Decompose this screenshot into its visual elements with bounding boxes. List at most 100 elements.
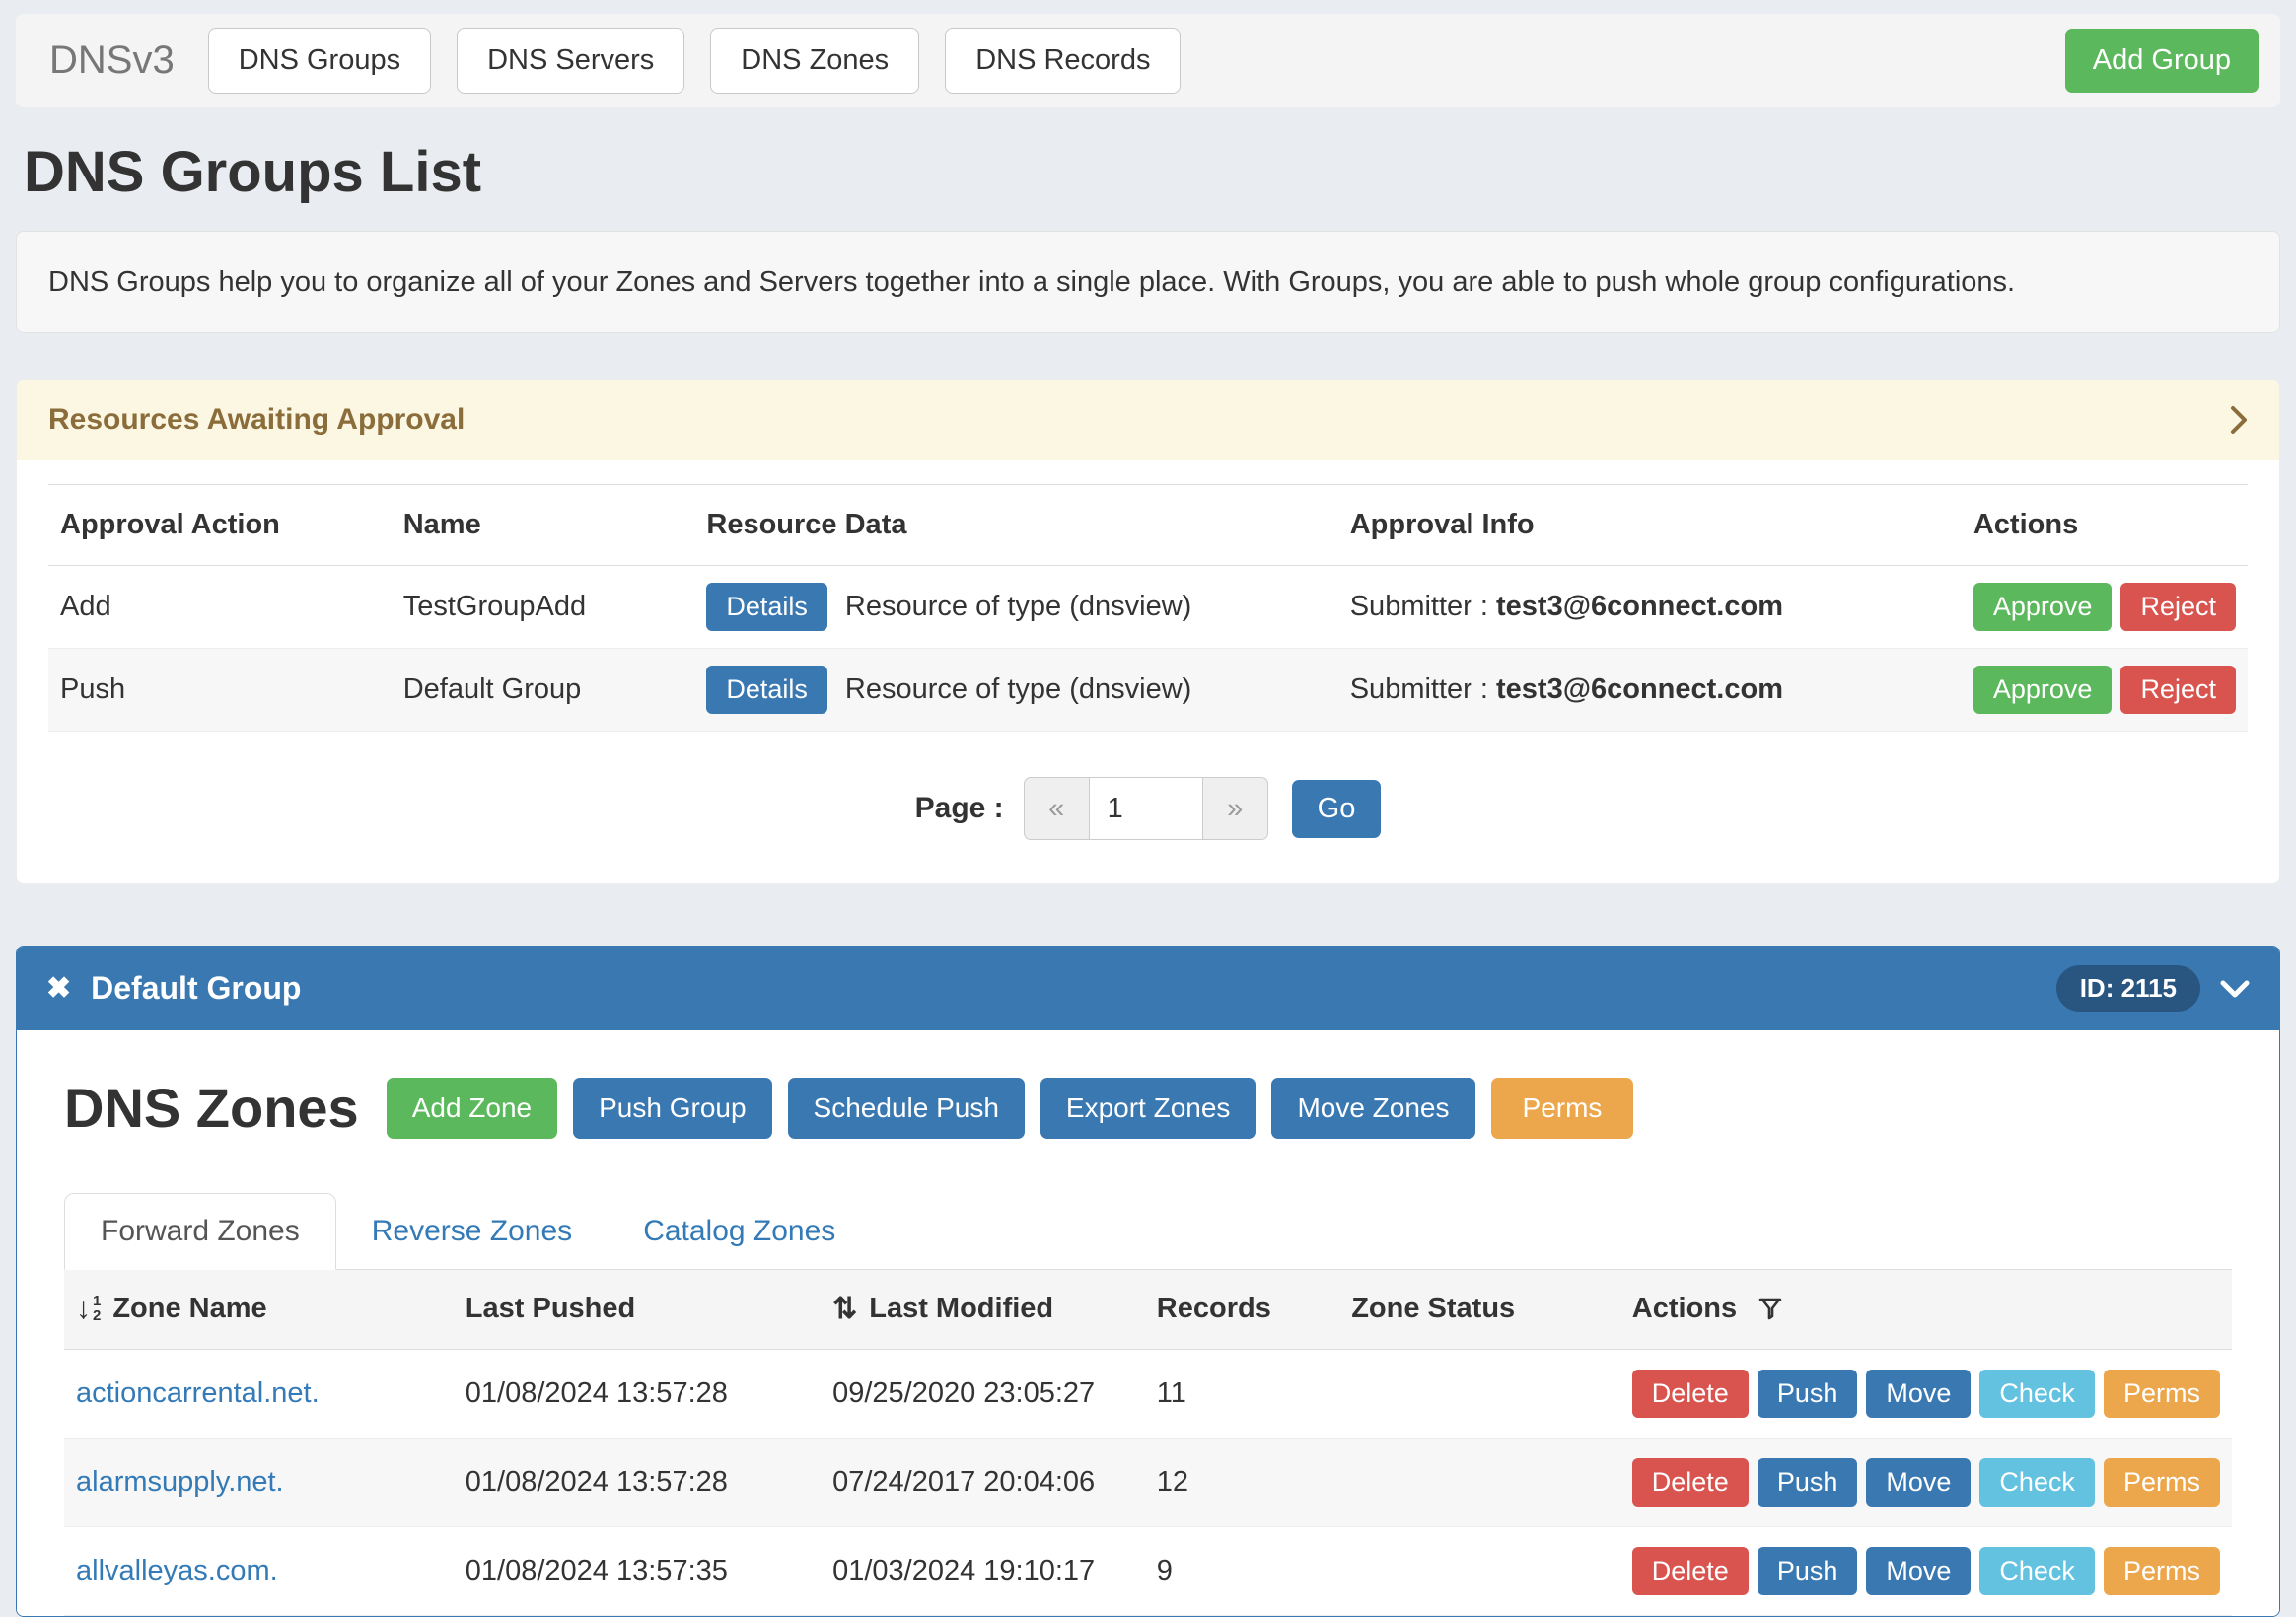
zone-row: alarmsupply.net. 01/08/2024 13:57:28 07/… [64,1438,2232,1526]
details-button[interactable]: Details [706,583,827,631]
page-description: DNS Groups help you to organize all of y… [16,231,2280,333]
sort-numeric-icon: ↓ 12 [76,1295,101,1324]
push-button[interactable]: Push [1758,1547,1858,1595]
last-pushed-cell: 01/08/2024 13:57:35 [454,1526,821,1615]
filter-icon[interactable] [1758,1297,1782,1322]
perms-button[interactable]: Perms [1491,1078,1634,1139]
tab-catalog-zones[interactable]: Catalog Zones [608,1194,871,1269]
approve-button[interactable]: Approve [1973,583,2113,631]
resource-description: Resource of type (dnsview) [845,673,1191,706]
approval-row: Add TestGroupAdd Details Resource of typ… [48,566,2248,649]
perms-row-button[interactable]: Perms [2104,1547,2220,1595]
perms-row-button[interactable]: Perms [2104,1458,2220,1507]
check-button[interactable]: Check [1979,1458,2095,1507]
push-group-button[interactable]: Push Group [573,1078,771,1139]
export-zones-button[interactable]: Export Zones [1040,1078,1256,1139]
approval-name-cell: Default Group [392,649,695,732]
tab-reverse-zones[interactable]: Reverse Zones [336,1194,608,1269]
approval-panel-body: Approval Action Name Resource Data Appro… [17,460,2279,883]
zone-name-cell: alarmsupply.net. [64,1438,454,1526]
delete-button[interactable]: Delete [1632,1547,1749,1595]
approval-actions-cell: Approve Reject [1962,566,2248,649]
move-button[interactable]: Move [1866,1458,1971,1507]
submitter-label: Submitter : [1350,673,1488,705]
approval-header-row: Approval Action Name Resource Data Appro… [48,485,2248,566]
schedule-push-button[interactable]: Schedule Push [788,1078,1025,1139]
move-zones-button[interactable]: Move Zones [1271,1078,1474,1139]
nav-dns-groups[interactable]: DNS Groups [208,28,431,94]
col-resource-data: Resource Data [694,485,1337,566]
perms-row-button[interactable]: Perms [2104,1370,2220,1418]
add-group-button[interactable]: Add Group [2065,29,2259,93]
group-panel: ✖ Default Group ID: 2115 DNS Zones Add Z… [16,946,2280,1617]
zone-row: actioncarrental.net. 01/08/2024 13:57:28… [64,1349,2232,1438]
col-zone-name[interactable]: ↓ 12 Zone Name [64,1270,454,1349]
group-panel-body: DNS Zones Add Zone Push Group Schedule P… [17,1030,2279,1616]
records-cell: 11 [1145,1349,1339,1438]
col-last-modified[interactable]: ⇅ Last Modified [821,1270,1145,1349]
sort-icon: ⇅ [832,1295,857,1324]
page-number-input[interactable] [1089,777,1203,840]
approval-action-cell: Add [48,566,392,649]
submitter-email: test3@6connect.com [1496,673,1783,705]
reject-button[interactable]: Reject [2120,666,2236,714]
move-button[interactable]: Move [1866,1547,1971,1595]
zone-actions-cell: Delete Push Move Check Perms [1620,1349,2232,1438]
approval-info-cell: Submitter : test3@6connect.com [1338,649,1962,732]
nav-dns-servers[interactable]: DNS Servers [457,28,684,94]
delete-button[interactable]: Delete [1632,1458,1749,1507]
close-icon[interactable]: ✖ [46,971,71,1006]
zone-status-cell [1339,1349,1620,1438]
zone-link[interactable]: actioncarrental.net. [76,1377,320,1409]
dns-zones-toolbar: DNS Zones Add Zone Push Group Schedule P… [64,1076,2232,1140]
zone-name-cell: allvalleyas.com. [64,1526,454,1615]
tab-forward-zones[interactable]: Forward Zones [64,1193,336,1270]
records-cell: 12 [1145,1438,1339,1526]
chevron-down-icon[interactable] [2220,980,2250,998]
approval-table: Approval Action Name Resource Data Appro… [48,484,2248,732]
approval-panel-header[interactable]: Resources Awaiting Approval [17,380,2279,460]
add-zone-button[interactable]: Add Zone [387,1078,557,1139]
push-button[interactable]: Push [1758,1370,1858,1418]
nav-dns-zones[interactable]: DNS Zones [710,28,919,94]
move-button[interactable]: Move [1866,1370,1971,1418]
approval-panel: Resources Awaiting Approval Approval Act… [16,379,2280,884]
check-button[interactable]: Check [1979,1370,2095,1418]
check-button[interactable]: Check [1979,1547,2095,1595]
page-title: DNS Groups List [24,139,2272,205]
details-button[interactable]: Details [706,666,827,714]
page-root: DNSv3 DNS Groups DNS Servers DNS Zones D… [0,0,2296,1617]
last-pushed-cell: 01/08/2024 13:57:28 [454,1438,821,1526]
delete-button[interactable]: Delete [1632,1370,1749,1418]
zone-status-cell [1339,1526,1620,1615]
push-button[interactable]: Push [1758,1458,1858,1507]
nav-dns-records[interactable]: DNS Records [945,28,1181,94]
last-modified-cell: 09/25/2020 23:05:27 [821,1349,1145,1438]
col-zone-status: Zone Status [1339,1270,1620,1349]
zones-table: ↓ 12 Zone Name Last Pushed ⇅ Last Modifi… [64,1270,2232,1616]
approval-name-cell: TestGroupAdd [392,566,695,649]
zone-actions-cell: Delete Push Move Check Perms [1620,1438,2232,1526]
page-label: Page : [915,792,1004,825]
prev-page-button[interactable]: « [1024,777,1089,840]
app-title: DNSv3 [49,38,175,83]
submitter-email: test3@6connect.com [1496,591,1783,622]
col-records: Records [1145,1270,1339,1349]
zone-status-cell [1339,1438,1620,1526]
zone-row: allvalleyas.com. 01/08/2024 13:57:35 01/… [64,1526,2232,1615]
group-panel-title: Default Group [91,970,301,1007]
top-nav-bar: DNSv3 DNS Groups DNS Servers DNS Zones D… [16,14,2280,107]
reject-button[interactable]: Reject [2120,583,2236,631]
zone-name-cell: actioncarrental.net. [64,1349,454,1438]
group-panel-header: ✖ Default Group ID: 2115 [17,947,2279,1030]
last-modified-cell: 07/24/2017 20:04:06 [821,1438,1145,1526]
next-page-button[interactable]: » [1203,777,1268,840]
col-approval-info: Approval Info [1338,485,1962,566]
go-button[interactable]: Go [1292,780,1382,838]
zone-link[interactable]: alarmsupply.net. [76,1466,284,1498]
zone-link[interactable]: allvalleyas.com. [76,1555,278,1586]
chevron-right-icon[interactable] [2230,405,2248,435]
approve-button[interactable]: Approve [1973,666,2113,714]
col-approval-action: Approval Action [48,485,392,566]
dns-zones-heading: DNS Zones [64,1076,359,1140]
